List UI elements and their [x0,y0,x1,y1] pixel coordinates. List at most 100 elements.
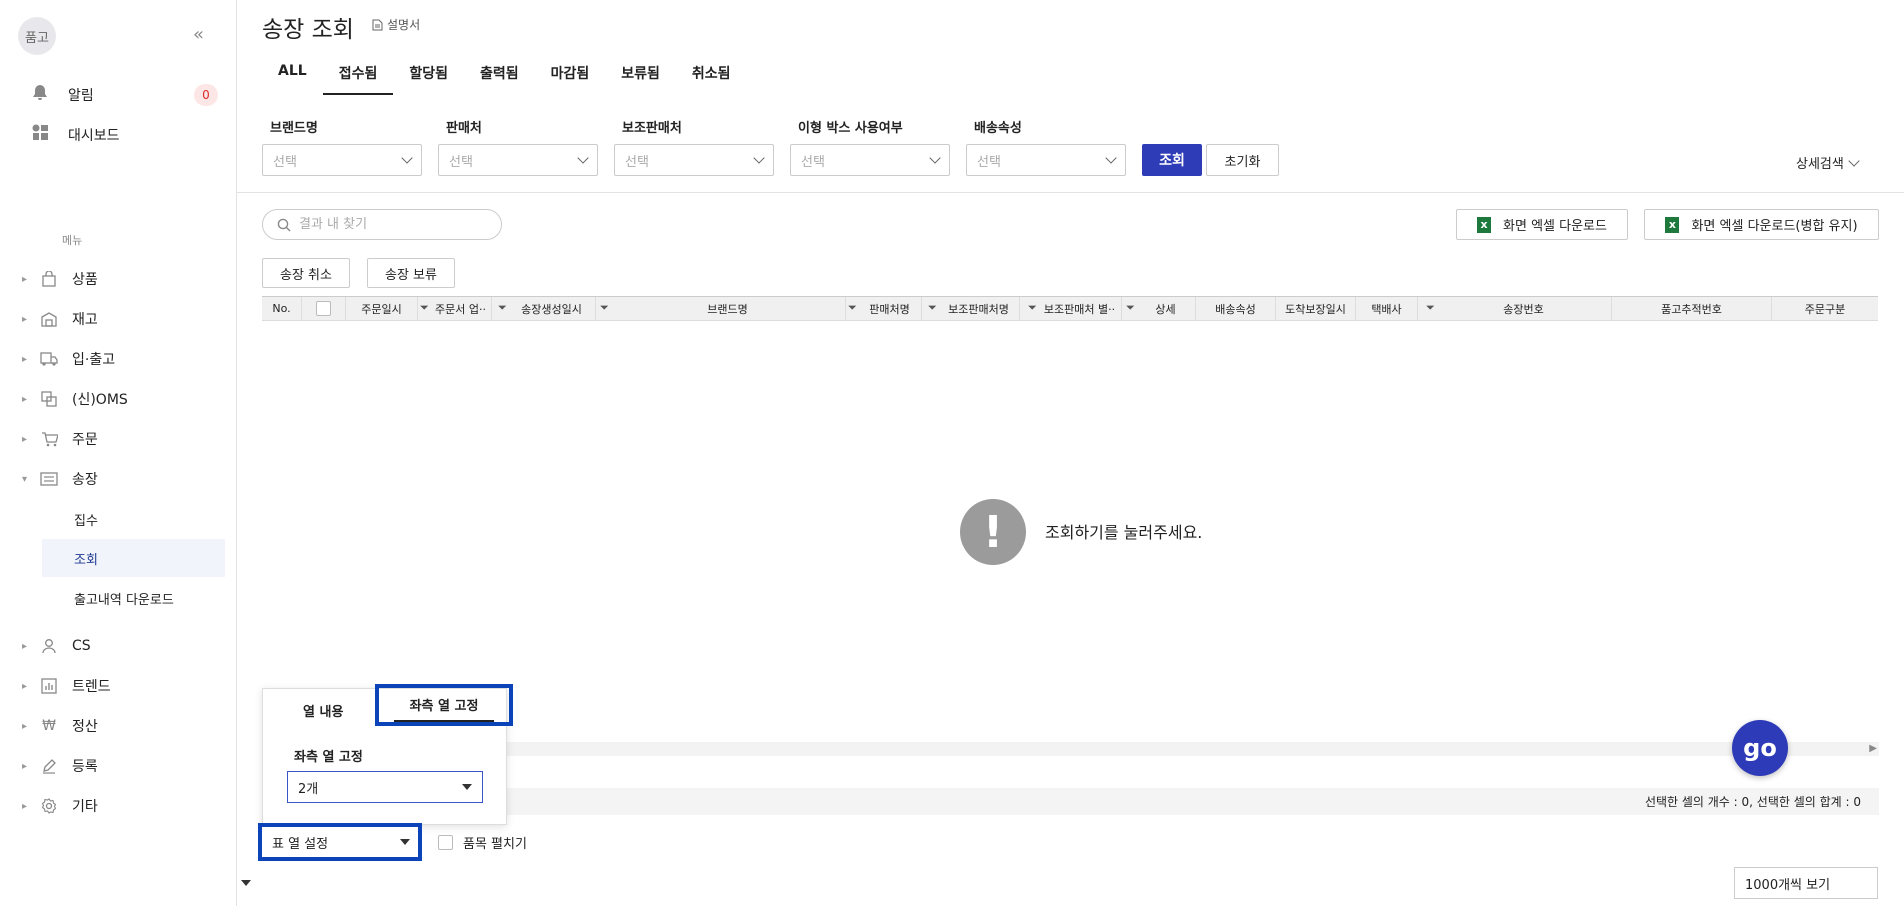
column-header-delivery-attr[interactable]: 배송속성 [1196,297,1276,320]
column-header-brand[interactable]: 브랜드명 [610,297,846,320]
column-settings-popup: 열 내용 좌측 열 고정 좌측 열 고정 2개 [262,684,513,825]
sidebar-item-label: 주문 [72,432,98,448]
sidebar-item-product[interactable]: ▸ 상품 [22,268,222,290]
oms-icon [34,391,64,407]
horizontal-scrollbar[interactable]: ▶ [507,742,1879,756]
result-search[interactable] [262,209,502,240]
hold-invoice-button[interactable]: 송장 보류 [367,258,455,288]
result-search-input[interactable] [299,217,489,232]
column-header-invoice-created[interactable]: 송장생성일시 [508,297,596,320]
brand-select[interactable]: 선택 [262,144,422,176]
search-button[interactable]: 조회 [1142,144,1202,176]
sidebar-item-trend[interactable]: ▸ 트렌드 [22,675,222,697]
sidebar-item-settlement[interactable]: ▸ ₩ 정산 [22,715,222,737]
sidebar-subitem-collect[interactable]: 집수 [42,500,225,538]
menu-caption: 메뉴 [62,234,83,247]
expand-items-toggle[interactable]: 품목 펼치기 [438,833,527,852]
sidebar-item-order[interactable]: ▸ 주문 [22,428,222,450]
filter-icon[interactable]: ⏷ [600,301,609,315]
select-all-checkbox[interactable] [316,301,331,316]
column-header-order-type[interactable]: 주문구분 [1772,297,1878,320]
filter-icon[interactable]: ⏷ [1028,301,1037,315]
manual-link[interactable]: 설명서 [372,16,420,33]
sidebar-item-inout[interactable]: ▸ 입·출고 [22,348,222,370]
excel-download-label: 화면 엑셀 다운로드 [1503,219,1607,234]
column-header-sub-seller[interactable]: 보조판매처명 [938,297,1020,320]
excel-download-merge-button[interactable]: x 화면 엑셀 다운로드(병합 유지) [1644,209,1879,240]
column-header-select-all[interactable] [302,297,346,320]
column-header-detail[interactable]: 상세 [1136,297,1196,320]
tab-received[interactable]: 접수됨 [322,60,394,95]
box-usage-select[interactable]: 선택 [790,144,950,176]
sidebar-item-stock[interactable]: ▸ 재고 [22,308,222,330]
column-header-no[interactable]: No. [262,297,302,320]
selection-status: 선택한 셀의 개수 : 0, 선택한 셀의 합계 : 0 [507,788,1879,815]
column-header-order-date[interactable]: 주문일시 [346,297,418,320]
filter-icon[interactable]: ⏷ [1126,301,1135,315]
logo[interactable]: 품고 [18,17,56,55]
cancel-invoice-button[interactable]: 송장 취소 [262,258,350,288]
excel-icon: x [1477,216,1492,233]
tab-freeze-columns[interactable]: 좌측 열 고정 [393,695,495,722]
sub-seller-select[interactable]: 선택 [614,144,774,176]
delivery-attr-select[interactable]: 선택 [966,144,1126,176]
per-page-select[interactable]: 1000개씩 보기 [1734,867,1878,899]
sidebar-item-oms[interactable]: ▸ (신)OMS [22,388,222,410]
tab-freeze-columns-highlight[interactable]: 좌측 열 고정 [375,684,513,726]
filter-icon[interactable]: ⏷ [1426,301,1435,315]
column-header-guaranteed-arrival[interactable]: 도착보장일시 [1276,297,1356,320]
freeze-columns-label: 좌측 열 고정 [294,750,363,765]
person-icon [34,638,64,654]
column-header-seller[interactable]: 판매처명 [858,297,922,320]
scroll-right-icon[interactable]: ▶ [1869,743,1877,754]
chevron-down-icon: ▾ [22,473,28,485]
alerts-item[interactable]: 알림 [32,84,94,105]
document-icon [372,19,383,30]
chart-icon [34,678,64,694]
table-column-settings-button[interactable]: 표 열 설정 [258,823,422,861]
empty-message: 조회하기를 눌러주세요. [1045,523,1203,542]
column-header-courier[interactable]: 택배사 [1356,297,1418,320]
tab-column-content[interactable]: 열 내용 [303,701,343,720]
tab-all[interactable]: ALL [262,60,323,95]
reset-button[interactable]: 초기화 [1206,144,1279,176]
column-header-sub-seller-alias[interactable]: 보조판매처 별·· [1038,297,1122,320]
tab-assigned[interactable]: 할당됨 [393,60,464,95]
sidebar-item-etc[interactable]: ▸ 기타 [22,795,222,817]
chevron-right-icon: ▸ [22,800,28,812]
sidebar-subitem-download[interactable]: 출고내역 다운로드 [42,579,225,617]
delivery-attr-select-value: 선택 [977,154,1001,170]
tab-printed[interactable]: 출력됨 [464,60,535,95]
filter-icon[interactable]: ⏷ [928,301,937,315]
tab-on-hold[interactable]: 보류됨 [605,60,676,95]
seller-select[interactable]: 선택 [438,144,598,176]
expand-items-checkbox[interactable] [438,835,453,850]
caret-down-icon[interactable] [241,880,251,886]
freeze-columns-select[interactable]: 2개 [287,771,483,803]
filter-icon[interactable]: ⏷ [498,301,507,315]
dashboard-item[interactable]: 대시보드 [32,124,120,145]
chevron-down-icon [929,152,941,164]
collapse-sidebar-icon[interactable]: « [193,24,204,45]
chevron-down-icon [577,152,589,164]
column-header-invoice-no[interactable]: 송장번호 [1436,297,1612,320]
filter-icon[interactable]: ⏷ [848,301,857,315]
excel-download-button[interactable]: x 화면 엑셀 다운로드 [1456,209,1628,240]
sidebar-item-invoice[interactable]: ▾ 송장 [22,468,222,490]
filter-icon[interactable]: ⏷ [420,301,429,315]
chevron-down-icon [753,152,765,164]
filter-label-sub-seller: 보조판매처 [622,121,682,136]
chat-help-button[interactable]: go [1732,720,1788,776]
detail-search-toggle[interactable]: 상세검색 [1796,153,1860,172]
filter-label-delivery: 배송속성 [974,121,1022,136]
sidebar-subitem-inquiry[interactable]: 조회 [42,539,225,577]
sidebar-item-label: 재고 [72,312,98,328]
column-header-tracking-no[interactable]: 품고추적번호 [1612,297,1772,320]
invoice-icon [34,472,64,486]
tab-closed[interactable]: 마감됨 [535,60,606,95]
sidebar-item-label: 정산 [72,719,98,735]
tab-cancelled[interactable]: 취소됨 [676,60,747,95]
sidebar-item-cs[interactable]: ▸ CS [22,635,222,657]
sidebar-item-register[interactable]: ▸ 등록 [22,755,222,777]
column-header-order-upload[interactable]: 주문서 업·· [430,297,492,320]
